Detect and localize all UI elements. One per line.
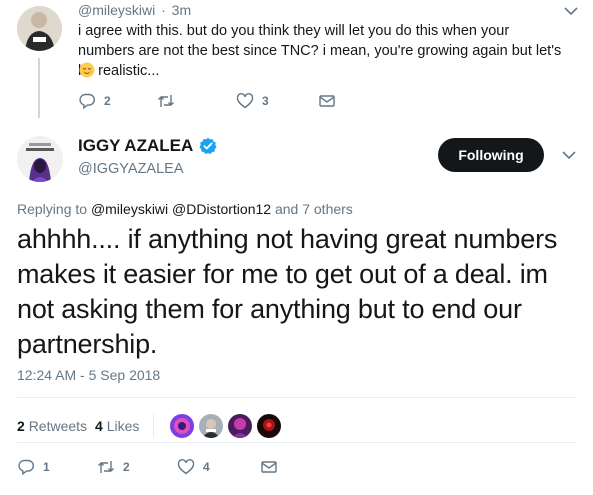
retweets-label: Retweets <box>28 418 88 434</box>
retweet-count: 2 <box>123 460 130 474</box>
chevron-down-icon[interactable] <box>561 150 577 160</box>
heart-icon <box>177 459 195 475</box>
retweet-icon <box>158 95 174 107</box>
likes-label: Likes <box>106 418 140 434</box>
likes-stat[interactable]: 4 Likes <box>95 418 139 434</box>
author-name[interactable]: IGGY AZALEA <box>78 136 217 156</box>
like-count: 4 <box>203 460 210 474</box>
retweets-count: 2 <box>17 418 25 434</box>
reply-time[interactable]: 3m <box>172 2 191 18</box>
reply-retweet-action[interactable] <box>157 92 236 110</box>
reply-avatar[interactable] <box>17 6 62 51</box>
reply-like-action[interactable]: 3 <box>236 92 318 110</box>
stats-separator <box>153 414 155 438</box>
like-action[interactable]: 4 <box>177 458 260 476</box>
reply-action[interactable]: 1 <box>17 458 97 476</box>
liker-avatar[interactable] <box>168 412 197 440</box>
relieved-face-emoji-icon <box>79 62 95 78</box>
comment-icon <box>18 459 34 476</box>
tweet-stats: 2 Retweets 4 Likes <box>17 412 284 440</box>
replying-to: Replying to @mileyskiwi @DDistortion12 a… <box>17 201 353 217</box>
comment-icon <box>79 93 95 110</box>
divider-top <box>17 397 577 398</box>
reply-separator: · <box>161 2 166 18</box>
envelope-icon <box>261 461 277 473</box>
divider-bottom <box>17 442 577 443</box>
replying-others[interactable]: and 7 others <box>275 201 353 217</box>
reply-actions: 2 3 <box>78 92 336 110</box>
reply-dm-action[interactable] <box>318 92 336 110</box>
liker-avatar[interactable] <box>255 412 284 440</box>
tweet-actions: 1 2 4 <box>17 458 278 476</box>
reply-count: 1 <box>43 460 50 474</box>
dm-action[interactable] <box>260 458 278 476</box>
reply-text: i agree with this. but do you think they… <box>78 23 562 79</box>
verified-badge-icon <box>199 137 217 154</box>
following-button[interactable]: Following <box>438 138 544 172</box>
liker-avatars <box>168 412 284 440</box>
reply-reply-count: 2 <box>104 94 111 108</box>
liker-avatar[interactable] <box>197 412 226 440</box>
retweet-icon <box>98 461 114 473</box>
tweet-text: ahhhh.... if anything not having great n… <box>17 224 558 359</box>
chevron-down-icon[interactable] <box>563 6 579 16</box>
author-name-text[interactable]: IGGY AZALEA <box>78 136 193 156</box>
envelope-icon <box>319 95 335 107</box>
liker-avatar[interactable] <box>226 412 255 440</box>
reply-reply-action[interactable]: 2 <box>78 92 157 110</box>
tweet-timestamp[interactable]: 12:24 AM - 5 Sep 2018 <box>17 367 160 383</box>
replying-prefix: Replying to <box>17 201 88 217</box>
replying-to-users[interactable]: @mileyskiwi @DDistortion12 <box>91 201 271 217</box>
reply-handle[interactable]: @mileyskiwi <box>78 2 155 18</box>
retweet-action[interactable]: 2 <box>97 458 177 476</box>
author-handle[interactable]: @IGGYAZALEA <box>78 161 184 177</box>
author-avatar[interactable] <box>17 136 63 182</box>
retweets-stat[interactable]: 2 Retweets <box>17 418 87 434</box>
heart-icon <box>236 93 254 109</box>
likes-count: 4 <box>95 418 103 434</box>
thread-line <box>38 58 40 118</box>
reply-header: @mileyskiwi · 3m <box>78 2 191 18</box>
reply-like-count: 3 <box>262 94 269 108</box>
reply-tweet: @mileyskiwi · 3m i agree with this. but … <box>0 0 593 118</box>
